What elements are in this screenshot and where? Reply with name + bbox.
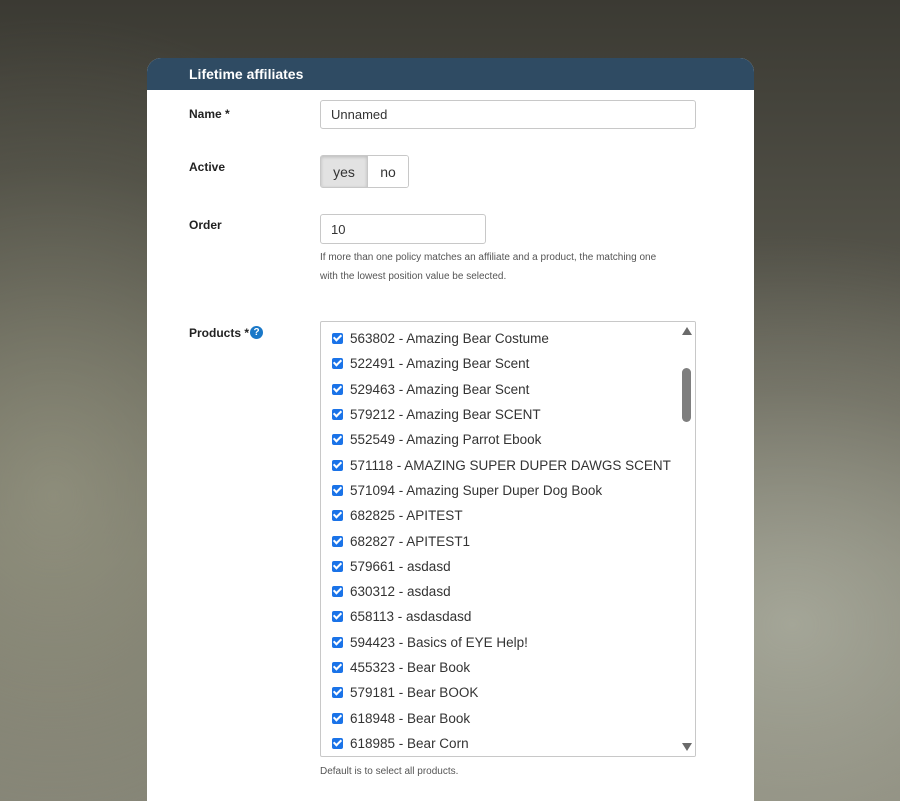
- products-help-text: Default is to select all products.: [320, 766, 459, 777]
- checkbox-checked-icon[interactable]: [332, 510, 343, 522]
- product-item-label: 594423 - Basics of EYE Help!: [350, 634, 528, 650]
- checkbox-checked-icon[interactable]: [332, 459, 343, 471]
- checkbox-checked-icon[interactable]: [332, 737, 343, 749]
- product-list-item[interactable]: 571094 - Amazing Super Duper Dog Book: [321, 478, 677, 503]
- product-list-item[interactable]: 594423 - Basics of EYE Help!: [321, 630, 677, 655]
- product-list-item[interactable]: 522491 - Amazing Bear Scent: [321, 351, 677, 376]
- scroll-up-arrow-icon[interactable]: [682, 327, 692, 335]
- product-list-item[interactable]: 618948 - Bear Book: [321, 705, 677, 730]
- product-list-item[interactable]: 579661 - asdasd: [321, 554, 677, 579]
- product-list-item[interactable]: 529463 - Amazing Bear Scent: [321, 377, 677, 402]
- product-list-item[interactable]: 682825 - APITEST: [321, 503, 677, 528]
- product-list-item[interactable]: 618985 - Bear Corn: [321, 731, 677, 756]
- checkbox-checked-icon[interactable]: [332, 383, 343, 395]
- order-label: Order: [189, 218, 222, 232]
- order-help-text: If more than one policy matches an affil…: [320, 248, 710, 286]
- product-list-item[interactable]: 630312 - asdasd: [321, 579, 677, 604]
- product-item-label: 579212 - Amazing Bear SCENT: [350, 407, 541, 423]
- scroll-thumb[interactable]: [682, 368, 691, 422]
- product-list-item[interactable]: 552549 - Amazing Parrot Ebook: [321, 427, 677, 452]
- product-item-label: 658113 - asdasdasd: [350, 609, 472, 625]
- product-item-label: 682827 - APITEST1: [350, 533, 471, 549]
- products-scrollbar[interactable]: [678, 322, 695, 756]
- product-item-label: 455323 - Bear Book: [350, 660, 471, 675]
- product-item-label: 571094 - Amazing Super Duper Dog Book: [350, 482, 603, 498]
- product-item-label: 579181 - Bear BOOK: [350, 685, 479, 701]
- checkbox-checked-icon[interactable]: [332, 662, 343, 673]
- product-list-item[interactable]: 571118 - AMAZING SUPER DUPER DAWGS SCENT: [321, 452, 677, 477]
- products-label-row: Products *?: [189, 326, 264, 340]
- checkbox-checked-icon[interactable]: [332, 484, 343, 496]
- product-item-label: 579661 - asdasd: [350, 558, 451, 574]
- active-no-button[interactable]: no: [368, 156, 408, 187]
- order-help-line-1: If more than one policy matches an affil…: [320, 252, 657, 263]
- checkbox-checked-icon[interactable]: [332, 611, 343, 623]
- product-list-item[interactable]: 563802 - Amazing Bear Costume: [321, 326, 677, 351]
- products-label: Products *: [189, 326, 250, 340]
- checkbox-checked-icon[interactable]: [332, 409, 343, 421]
- lifetime-affiliates-panel: Lifetime affiliates Name * Active yes no…: [147, 58, 754, 801]
- scroll-down-arrow-icon[interactable]: [682, 743, 692, 751]
- product-item-label: 563802 - Amazing Bear Costume: [350, 331, 549, 347]
- product-item-label: 630312 - asdasd: [350, 584, 451, 600]
- checkbox-checked-icon[interactable]: [332, 535, 343, 547]
- checkbox-checked-icon[interactable]: [332, 586, 343, 598]
- product-list-item[interactable]: 579212 - Amazing Bear SCENT: [321, 402, 677, 427]
- question-circle-icon[interactable]: ?: [250, 326, 264, 339]
- checkbox-checked-icon[interactable]: [332, 712, 343, 724]
- active-yes-button[interactable]: yes: [321, 156, 368, 187]
- product-list-item[interactable]: 455323 - Bear Book: [321, 655, 677, 680]
- checkbox-checked-icon[interactable]: [332, 687, 343, 699]
- order-input[interactable]: [320, 214, 486, 244]
- product-list-item[interactable]: 579181 - Bear BOOK: [321, 680, 677, 705]
- product-item-label: 618985 - Bear Corn: [350, 735, 469, 751]
- product-item-label: 618948 - Bear Book: [350, 710, 471, 726]
- active-label: Active: [189, 160, 226, 174]
- checkbox-checked-icon[interactable]: [332, 636, 343, 648]
- name-input[interactable]: [320, 100, 696, 129]
- checkbox-checked-icon[interactable]: [332, 560, 343, 572]
- checkbox-checked-icon[interactable]: [332, 333, 343, 345]
- order-help-line-2: with the lowest position value be select…: [320, 271, 507, 282]
- checkbox-checked-icon[interactable]: [332, 358, 343, 370]
- products-listbox[interactable]: 563802 - Amazing Bear Costume 522491 - Am…: [320, 321, 696, 757]
- product-list-item[interactable]: 682827 - APITEST1: [321, 528, 677, 553]
- panel-title: Lifetime affiliates: [147, 58, 754, 90]
- product-list-item[interactable]: 658113 - asdasdasd: [321, 604, 677, 629]
- name-label: Name *: [189, 107, 230, 121]
- products-list: 563802 - Amazing Bear Costume 522491 - Am…: [321, 326, 677, 756]
- product-item-label: 682825 - APITEST: [350, 508, 463, 524]
- product-item-label: 522491 - Amazing Bear Scent: [350, 356, 530, 372]
- active-toggle: yes no: [320, 155, 409, 188]
- product-item-label: 571118 - AMAZING SUPER DUPER DAWGS SCENT: [350, 457, 671, 473]
- checkbox-checked-icon[interactable]: [332, 434, 343, 446]
- product-item-label: 552549 - Amazing Parrot Ebook: [350, 432, 542, 448]
- product-item-label: 529463 - Amazing Bear Scent: [350, 381, 530, 397]
